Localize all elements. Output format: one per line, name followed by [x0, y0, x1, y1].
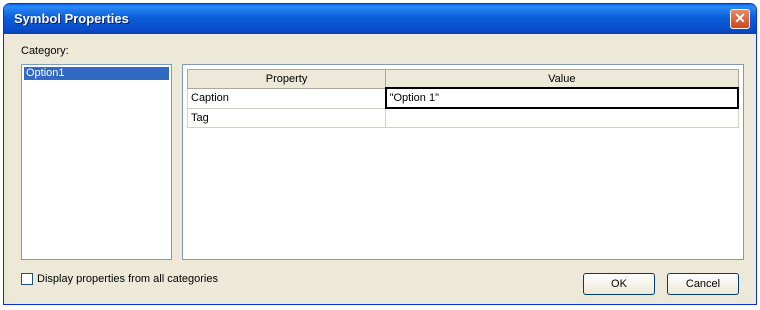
category-list[interactable]: Option1 [21, 64, 172, 260]
property-name-caption[interactable]: Caption [186, 87, 387, 109]
property-name-tag[interactable]: Tag [186, 107, 387, 128]
cancel-button[interactable]: Cancel [667, 273, 739, 295]
display-all-categories-option[interactable]: Display properties from all categories [21, 273, 218, 285]
display-all-label: Display properties from all categories [37, 273, 218, 285]
grid-header-row: Property Value [186, 69, 739, 89]
symbol-properties-dialog: Symbol Properties ✕ Category: Option1 Pr… [3, 3, 757, 305]
value-column-header[interactable]: Value [385, 69, 739, 89]
property-column-header[interactable]: Property [186, 69, 387, 89]
display-all-checkbox[interactable] [21, 273, 33, 285]
category-label: Category: [21, 45, 69, 57]
title-bar[interactable]: Symbol Properties ✕ [4, 4, 756, 34]
category-item-option1[interactable]: Option1 [24, 67, 169, 80]
grid-row-tag: Tag [186, 107, 739, 128]
ok-button[interactable]: OK [583, 273, 655, 295]
property-grid-panel: Property Value Caption "Option 1" Tag [182, 64, 744, 260]
caption-value-field[interactable]: "Option 1" [384, 87, 740, 109]
grid-row-caption: Caption "Option 1" [186, 87, 740, 109]
property-grid: Property Value Caption "Option 1" Tag [186, 69, 740, 128]
window-title: Symbol Properties [14, 11, 129, 26]
tag-value-field[interactable] [385, 107, 739, 128]
close-icon[interactable]: ✕ [730, 9, 750, 29]
